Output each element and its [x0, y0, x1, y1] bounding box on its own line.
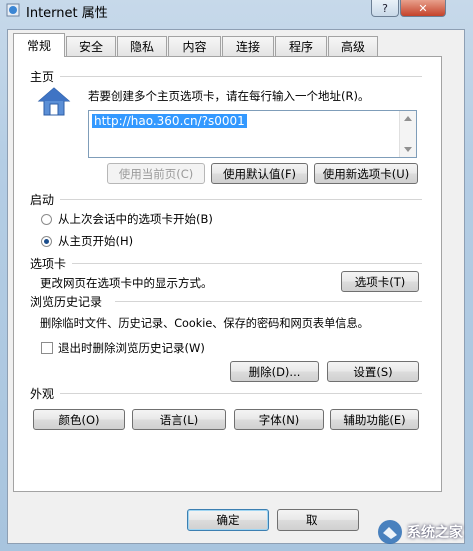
tabs-description: 更改网页在选项卡中的显示方式。 [40, 276, 213, 290]
tab-privacy[interactable]: 隐私 [117, 36, 167, 56]
use-new-tab-button[interactable]: 使用新选项卡(U) [314, 163, 418, 184]
tab-connections[interactable]: 连接 [222, 36, 274, 56]
title-bar: Internet 属性 ? ✕ [0, 0, 473, 22]
close-icon: ✕ [418, 1, 428, 15]
radio-last-session[interactable] [41, 214, 52, 225]
home-instruction: 若要创建多个主页选项卡，请在每行输入一个地址(R)。 [88, 89, 370, 103]
watermark-text: 系统之家 [407, 525, 463, 541]
scroll-up-icon[interactable] [404, 116, 412, 121]
scroll-down-icon[interactable] [404, 147, 412, 152]
watermark-logo: 系统之家 [377, 519, 463, 545]
appearance-heading: 外观 [30, 387, 55, 401]
delete-on-exit-label: 退出时删除浏览历史记录(W) [58, 341, 205, 355]
window-title: Internet 属性 [26, 6, 108, 21]
tab-label: 高级 [340, 40, 365, 54]
ok-button[interactable]: 确定 [187, 509, 269, 531]
tab-label: 安全 [78, 40, 103, 54]
tab-content[interactable]: 内容 [168, 36, 221, 56]
radio-home-page[interactable] [41, 236, 52, 247]
colors-button[interactable]: 颜色(O) [33, 409, 125, 430]
tabs-settings-button[interactable]: 选项卡(T) [341, 271, 419, 292]
history-heading: 浏览历史记录 [30, 295, 103, 309]
delete-on-exit-checkbox[interactable] [41, 342, 53, 354]
url-scrollbar[interactable] [399, 111, 416, 157]
tabs-divider [72, 263, 422, 264]
fonts-button[interactable]: 字体(N) [234, 409, 324, 430]
tab-label: 连接 [235, 40, 260, 54]
close-button[interactable]: ✕ [400, 0, 446, 17]
home-url-textarea[interactable]: http://hao.360.cn/?s0001 [88, 110, 417, 158]
history-settings-button[interactable]: 设置(S) [327, 361, 419, 382]
use-default-button[interactable]: 使用默认值(F) [211, 163, 308, 184]
startup-divider [60, 199, 422, 200]
appearance-divider [60, 393, 422, 394]
help-button[interactable]: ? [371, 0, 399, 17]
radio-home-page-label: 从主页开始(H) [58, 234, 134, 248]
home-divider [60, 76, 422, 77]
use-current-button[interactable]: 使用当前页(C) [107, 163, 205, 184]
home-heading: 主页 [30, 70, 55, 84]
cancel-button[interactable]: 取 [277, 509, 359, 531]
internet-options-icon [6, 3, 20, 17]
tab-programs[interactable]: 程序 [275, 36, 327, 56]
tab-security[interactable]: 安全 [66, 36, 116, 56]
tab-label: 内容 [182, 40, 207, 54]
tab-label: 隐私 [129, 40, 154, 54]
tab-advanced[interactable]: 高级 [328, 36, 378, 56]
tab-label: 常规 [26, 39, 51, 53]
home-icon [37, 87, 71, 116]
startup-heading: 启动 [30, 193, 55, 207]
accessibility-button[interactable]: 辅助功能(E) [330, 409, 419, 430]
home-url-value: http://hao.360.cn/?s0001 [92, 114, 247, 128]
radio-last-session-label: 从上次会话中的选项卡开始(B) [58, 212, 213, 226]
tab-label: 程序 [288, 40, 313, 54]
tab-general[interactable]: 常规 [13, 33, 65, 57]
delete-history-button[interactable]: 删除(D)... [230, 361, 319, 382]
watermark-mark-icon [378, 520, 402, 544]
history-description: 删除临时文件、历史记录、Cookie、保存的密码和网页表单信息。 [40, 317, 369, 330]
history-divider [115, 301, 422, 302]
tabs-heading: 选项卡 [30, 257, 67, 271]
languages-button[interactable]: 语言(L) [132, 409, 226, 430]
